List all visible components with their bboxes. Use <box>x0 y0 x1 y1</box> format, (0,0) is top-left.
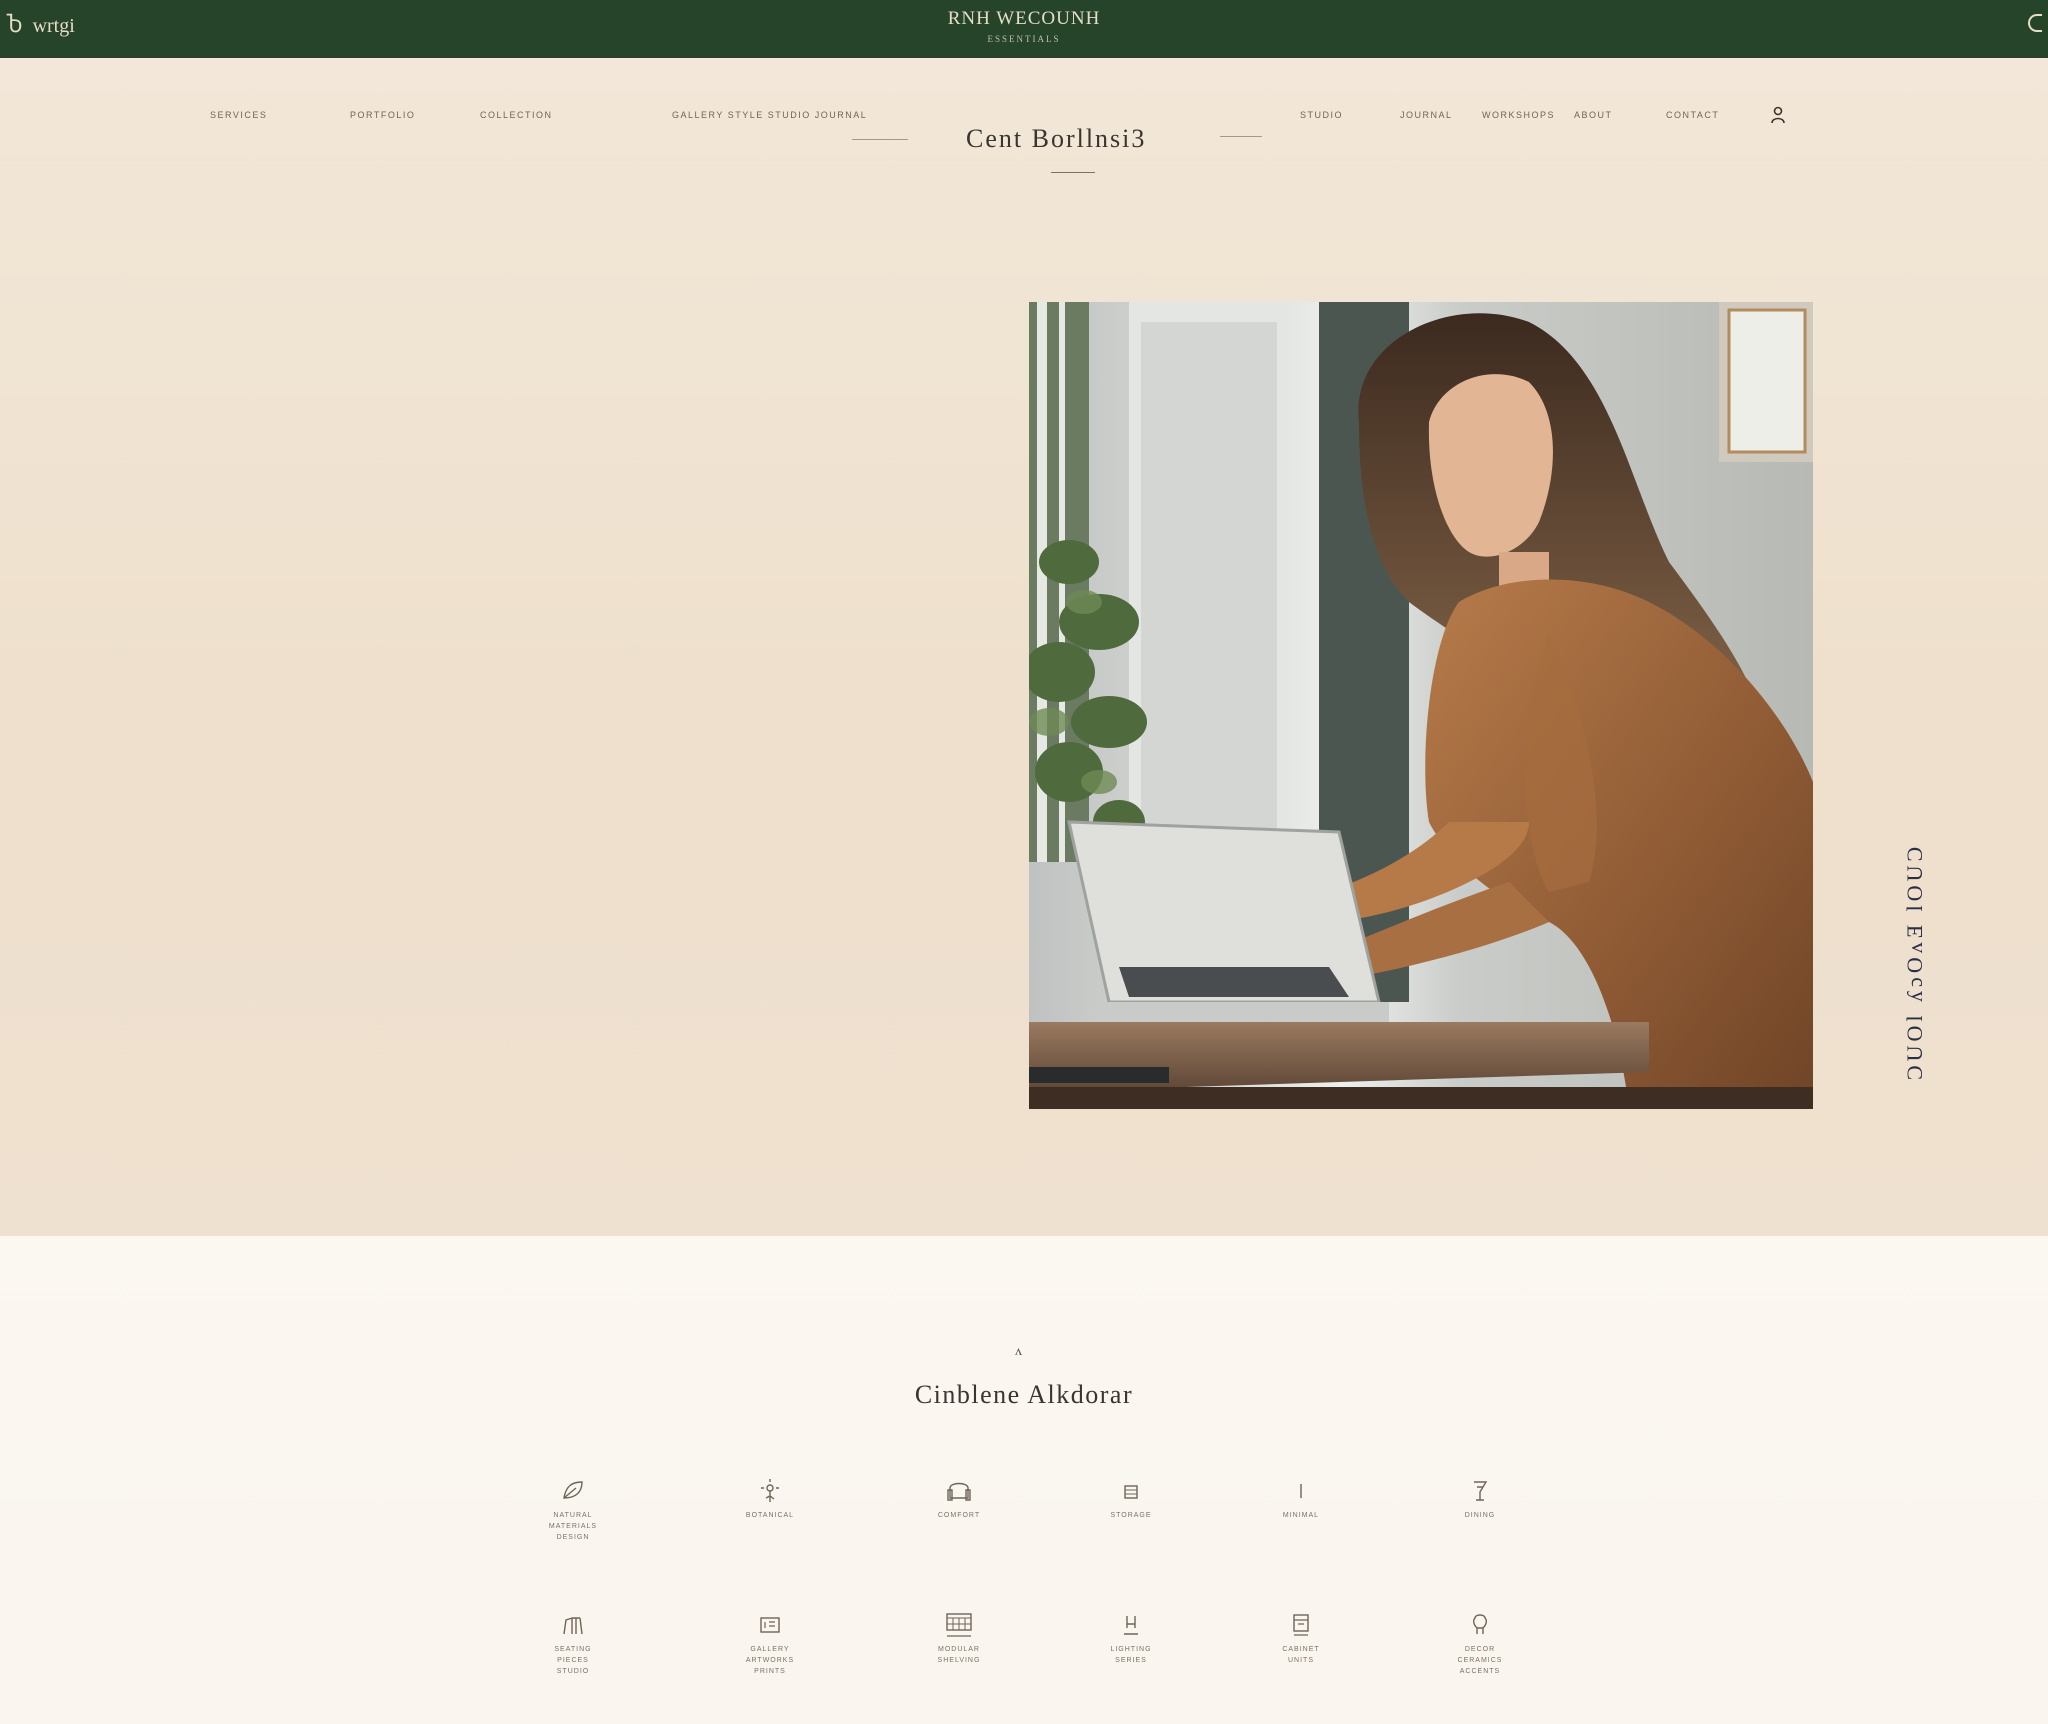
nav-item-4[interactable]: Gallery Style Studio Journal <box>672 110 867 120</box>
feature-item[interactable]: Cabinet Units <box>1256 1610 1346 1666</box>
feature-label: Dining <box>1464 1512 1496 1519</box>
topbar-title: RNH WECOUNH <box>947 8 1101 29</box>
nav-item-6[interactable]: Journal <box>1400 110 1453 120</box>
feature-label: Accents <box>1459 1668 1501 1675</box>
brand-logo[interactable]: Cent Borllnsi3 <box>966 124 1146 154</box>
nav-item-9[interactable]: Contact <box>1666 110 1719 120</box>
cabinet-icon <box>1293 1614 1309 1636</box>
box-icon <box>1124 1485 1138 1499</box>
feature-label: Gallery <box>750 1646 790 1653</box>
feature-label: Storage <box>1110 1512 1152 1519</box>
armchair-icon <box>947 1482 971 1501</box>
feature-label: Minimal <box>1282 1512 1320 1519</box>
feature-label: Ceramics <box>1457 1657 1503 1664</box>
feature-label: Design <box>556 1534 590 1541</box>
features-section <box>0 1236 2048 1724</box>
feature-label: Lighting <box>1110 1646 1152 1653</box>
feature-item[interactable]: Storage <box>1086 1476 1176 1521</box>
features-title: Cinblene Alkdorar <box>914 1380 1134 1409</box>
leaf-icon <box>563 1481 583 1499</box>
nav-item-1[interactable]: Services <box>210 110 267 120</box>
feature-item[interactable]: Gallery Artworks Prints <box>725 1610 815 1677</box>
line-icon <box>1300 1484 1302 1498</box>
nav-item-5[interactable]: Studio <box>1300 110 1343 120</box>
section-caret-icon: ʌ <box>1015 1344 1022 1359</box>
topbar-menu-icon[interactable] <box>2028 14 2042 32</box>
feature-item[interactable]: Minimal <box>1256 1476 1346 1521</box>
hero-photo-woman-laptop <box>1029 302 1813 1109</box>
feature-label: Botanical <box>745 1512 795 1519</box>
feature-item[interactable]: Natural Materials Design <box>528 1476 618 1543</box>
lamp-icon <box>1124 1616 1138 1635</box>
feature-label: Series <box>1115 1657 1147 1664</box>
feature-label: Modular <box>937 1646 980 1653</box>
frame-icon <box>760 1617 780 1633</box>
brand-rule-right <box>1220 136 1262 137</box>
feature-item[interactable]: Decor Ceramics Accents <box>1435 1610 1525 1677</box>
topbar-subtitle: ESSENTIALS <box>987 34 1061 44</box>
feature-label: Natural <box>553 1512 593 1519</box>
feature-item[interactable]: Lighting Series <box>1086 1610 1176 1666</box>
user-icon[interactable] <box>1770 106 1786 124</box>
nav-item-8[interactable]: About <box>1574 110 1613 120</box>
feature-label: Comfort <box>937 1512 981 1519</box>
feature-label: Shelving <box>937 1657 981 1664</box>
glass-icon <box>1474 1481 1488 1501</box>
feature-label: Pieces <box>557 1657 589 1664</box>
grid-icon <box>946 1613 972 1637</box>
feature-item[interactable]: Seating Pieces Studio <box>528 1610 618 1677</box>
vase-icon <box>1472 1614 1488 1634</box>
brand-rule-left <box>852 139 908 140</box>
nav-item-7[interactable]: Workshops <box>1482 110 1555 120</box>
feature-item[interactable]: Modular Shelving <box>914 1610 1004 1666</box>
feature-item[interactable]: Comfort <box>914 1476 1004 1521</box>
top-bar: Ⴆwrtgi RNH WECOUNH ESSENTIALS <box>0 0 2048 58</box>
feature-label: Studio <box>556 1668 590 1675</box>
feature-label: Decor <box>1464 1646 1496 1653</box>
feature-label: Artworks <box>745 1657 795 1664</box>
feature-label: Materials <box>548 1523 598 1530</box>
nav-item-2[interactable]: Portfolio <box>350 110 415 120</box>
hero-vertical-caption: ƆUOl ʎɔOʌƎ lOUƆ <box>1902 842 1927 1080</box>
brand-underline <box>1051 172 1095 173</box>
feature-item[interactable]: Dining <box>1435 1476 1525 1521</box>
nav-item-3[interactable]: Collection <box>480 110 553 120</box>
topbar-brand[interactable]: RNH WECOUNH ESSENTIALS <box>0 8 2048 44</box>
feature-item[interactable]: Botanical <box>725 1476 815 1521</box>
feature-label: Prints <box>754 1668 786 1675</box>
feature-label: Units <box>1288 1657 1314 1664</box>
feature-label: Cabinet <box>1282 1646 1320 1653</box>
chair-icon <box>563 1617 583 1635</box>
flower-icon <box>761 1479 779 1502</box>
feature-label: Seating <box>554 1646 592 1653</box>
